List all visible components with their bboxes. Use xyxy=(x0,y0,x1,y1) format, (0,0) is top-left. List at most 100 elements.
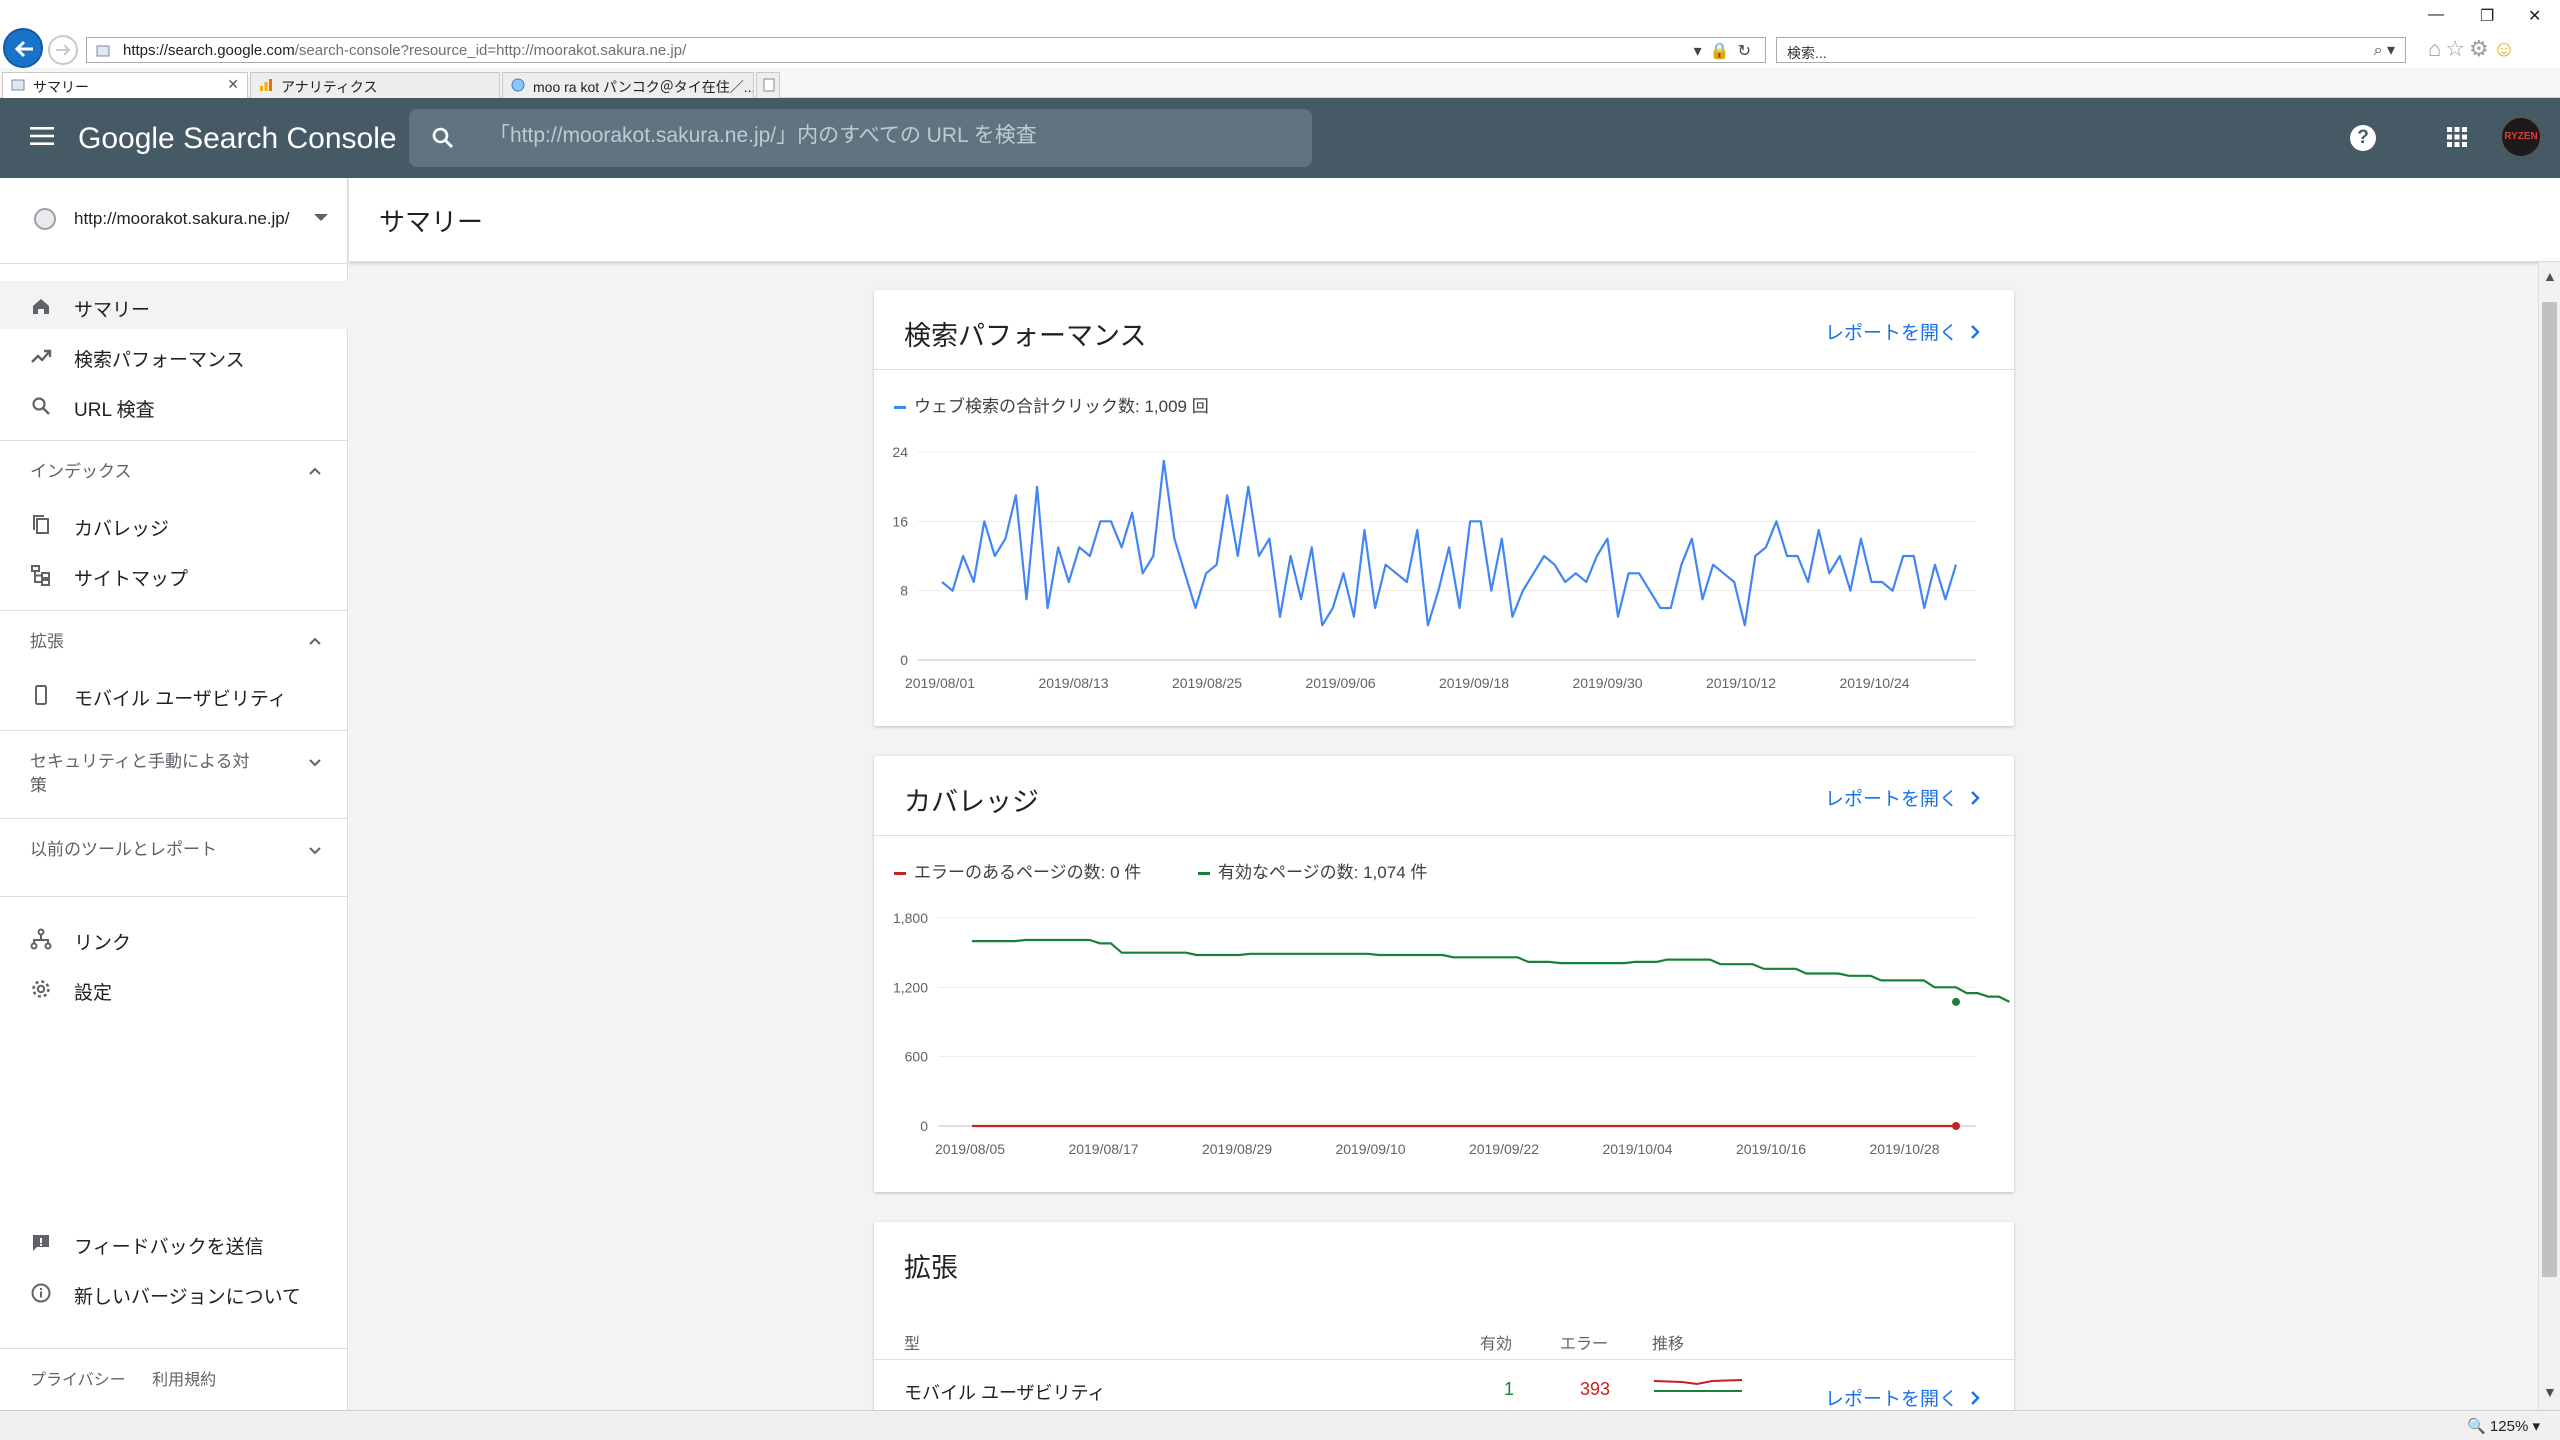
links-icon xyxy=(30,928,52,950)
open-report-link[interactable]: レポートを開く xyxy=(1825,318,1980,345)
smiley-icon[interactable]: ☺ xyxy=(2493,36,2519,61)
magnifier-icon[interactable]: ⌕ ▾ xyxy=(2374,40,2395,60)
scrollbar[interactable]: ▲ ▼ xyxy=(2538,262,2560,1410)
y-tick-label: 8 xyxy=(900,583,908,599)
sidebar-item-mobile-usability[interactable]: モバイル ユーザビリティ xyxy=(0,670,348,718)
lock-icon[interactable]: 🔒 xyxy=(1710,43,1738,60)
zoom-level[interactable]: 🔍 125% ▾ xyxy=(2467,1417,2540,1435)
x-tick-label: 2019/08/25 xyxy=(1172,675,1242,691)
close-icon[interactable]: ✕ xyxy=(227,76,239,93)
browser-tab-summary[interactable]: サマリー ✕ xyxy=(2,72,248,98)
card-title: 検索パフォーマンス xyxy=(904,321,1147,351)
new-tab-icon xyxy=(763,78,775,92)
sidebar-item-label: リンク xyxy=(74,933,132,954)
home-icon[interactable]: ⌂ xyxy=(2428,36,2445,61)
chevron-right-icon xyxy=(1971,325,1980,339)
search-icon xyxy=(432,127,453,148)
restore-icon[interactable]: ❐ xyxy=(2480,6,2494,26)
x-tick-label: 2019/10/12 xyxy=(1706,675,1776,691)
performance-chart[interactable]: 0 8 16 24 2019/08/01 2019/08/13 2019/08/25 2019… xyxy=(874,440,2014,710)
page-icon xyxy=(96,45,110,57)
chevron-right-icon xyxy=(1971,1391,1980,1405)
open-report-link[interactable]: レポートを開く xyxy=(1825,1384,1980,1410)
browser-tab-analytics[interactable]: アナリティクス xyxy=(250,72,500,98)
x-tick-label: 2019/09/18 xyxy=(1439,675,1509,691)
dropdown-icon[interactable]: ▾ xyxy=(1694,43,1710,60)
scroll-up-icon[interactable]: ▲ xyxy=(2543,268,2557,284)
menu-icon[interactable] xyxy=(30,126,54,146)
star-icon[interactable]: ☆ xyxy=(2445,36,2469,61)
zoom-icon: 🔍 xyxy=(2467,1418,2486,1435)
legend-label: エラーのあるページの数: 0 件 xyxy=(914,863,1142,882)
avatar[interactable]: RYZEN xyxy=(2500,116,2542,158)
divider xyxy=(0,440,348,441)
refresh-icon[interactable]: ↻ xyxy=(1738,43,1759,60)
sidebar-item-settings[interactable]: 設定 xyxy=(0,964,348,1012)
tab-label: アナリティクス xyxy=(281,79,378,95)
section-label: 拡張 xyxy=(30,632,64,651)
x-tick-label: 2019/09/06 xyxy=(1305,675,1375,691)
divider xyxy=(874,1359,2014,1360)
property-selector[interactable]: http://moorakot.sakura.ne.jp/ xyxy=(0,178,348,264)
help-icon[interactable]: ? xyxy=(2350,125,2376,151)
x-tick-label: 2019/10/16 xyxy=(1736,1141,1806,1157)
legend-label: 有効なページの数: 1,074 件 xyxy=(1218,863,1428,882)
close-icon[interactable]: ✕ xyxy=(2528,6,2541,26)
app-logo[interactable]: Google Search Console xyxy=(78,122,397,156)
logo-google: Google xyxy=(78,122,175,155)
scroll-down-icon[interactable]: ▼ xyxy=(2543,1384,2557,1400)
sidebar-item-url-inspection[interactable]: URL 検査 xyxy=(0,381,348,429)
browser-search-placeholder: 検索... xyxy=(1787,45,1827,61)
y-tick-label: 1,200 xyxy=(893,979,928,995)
sidebar-item-links[interactable]: リンク xyxy=(0,914,348,962)
open-report-link[interactable]: レポートを開く xyxy=(1825,784,1980,811)
x-tick-label: 2019/08/17 xyxy=(1068,1141,1138,1157)
sidebar-item-sitemaps[interactable]: サイトマップ xyxy=(0,550,348,598)
browser-search-box[interactable]: 検索... ⌕ ▾ xyxy=(1776,37,2406,63)
chevron-down-icon xyxy=(309,847,321,855)
column-valid: 有効 xyxy=(1480,1336,1513,1353)
sidebar-item-coverage[interactable]: カバレッジ xyxy=(0,500,348,548)
chart-legend[interactable]: ウェブ検索の合計クリック数: 1,009 回 xyxy=(894,392,1209,417)
chevron-up-icon xyxy=(309,467,321,475)
url-inspect-search[interactable] xyxy=(409,109,1312,167)
open-report-label: レポートを開く xyxy=(1824,1389,1958,1410)
new-tab-button[interactable] xyxy=(756,72,780,98)
main-content: 検索パフォーマンス レポートを開く ウェブ検索の合計クリック数: 1,009 回… xyxy=(349,262,2539,1410)
ie-globe-icon xyxy=(511,78,525,92)
section-security-header[interactable]: セキュリティと手動による対策 xyxy=(0,750,348,804)
new-version-button[interactable]: 新しいバージョンについて xyxy=(0,1268,348,1316)
search-icon xyxy=(32,397,50,415)
chevron-down-icon xyxy=(309,759,321,767)
column-type: 型 xyxy=(904,1336,921,1353)
caret-down-icon xyxy=(314,214,328,221)
feedback-label: フィードバックを送信 xyxy=(74,1237,264,1258)
address-bar[interactable]: https://search.google.com/search-console… xyxy=(86,37,1766,63)
legend-valid[interactable]: 有効なページの数: 1,074 件 xyxy=(1198,858,1427,883)
privacy-link[interactable]: プライバシー xyxy=(30,1372,126,1389)
x-tick-label: 2019/09/30 xyxy=(1572,675,1642,691)
gear-icon[interactable]: ⚙ xyxy=(2469,36,2493,61)
home-icon xyxy=(33,299,49,314)
feedback-button[interactable]: フィードバックを送信 xyxy=(0,1218,348,1266)
sidebar-item-performance[interactable]: 検索パフォーマンス xyxy=(0,331,348,379)
scroll-thumb[interactable] xyxy=(2542,302,2557,1277)
terms-link[interactable]: 利用規約 xyxy=(152,1372,216,1389)
sidebar-item-summary[interactable]: サマリー xyxy=(0,281,348,329)
row-error: 393 xyxy=(1580,1379,1611,1399)
x-tick-label: 2019/09/22 xyxy=(1469,1141,1539,1157)
series-end-point xyxy=(1952,1122,1960,1130)
sidebar-item-label: カバレッジ xyxy=(74,519,170,540)
legend-error[interactable]: エラーのあるページの数: 0 件 xyxy=(894,858,1141,883)
divider xyxy=(0,1348,348,1349)
apps-grid-icon[interactable] xyxy=(2446,126,2468,148)
open-report-label: レポートを開く xyxy=(1824,323,1958,344)
browser-tab-blog[interactable]: moo ra kot パンコク＠タイ在住／... xyxy=(502,72,754,98)
coverage-chart[interactable]: 0 600 1,200 1,800 2019/08/05 2019/08/17 2019/0… xyxy=(874,906,2014,1176)
sitemap-icon xyxy=(31,565,50,586)
back-button[interactable] xyxy=(3,28,43,68)
forward-button[interactable] xyxy=(48,35,78,65)
url-inspect-input[interactable] xyxy=(489,124,1289,148)
trend-sparkline xyxy=(1653,1379,1743,1392)
minimize-icon[interactable]: — xyxy=(2428,6,2444,24)
